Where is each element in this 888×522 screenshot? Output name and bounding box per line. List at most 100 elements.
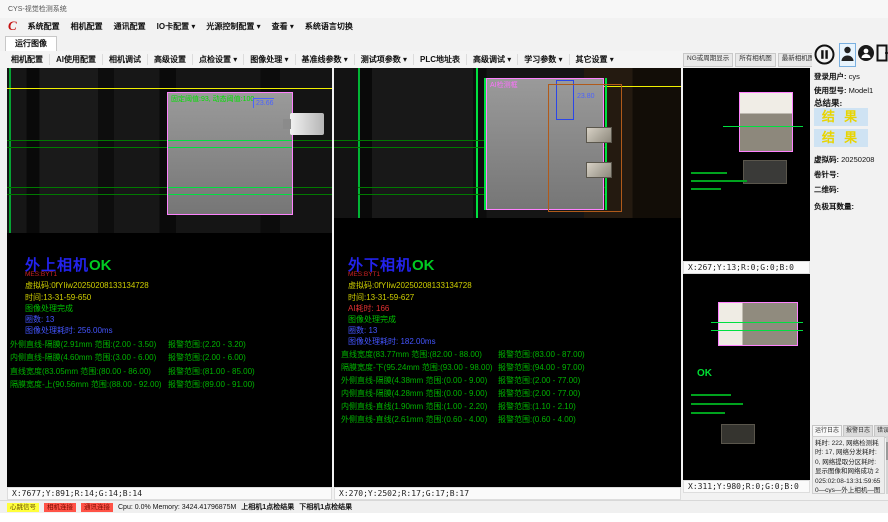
menu-language-switch[interactable]: 系统语言切换 [305, 21, 353, 32]
camera-thumbnail [739, 92, 793, 152]
menu-camera-config[interactable]: 相机配置 [71, 21, 103, 32]
tool-other-settings[interactable]: 其它设置 ▾ [569, 54, 620, 65]
mes-text: MES:BYT1 [25, 271, 57, 278]
measure-tag: 23.66 [253, 98, 274, 108]
user-dark-icon [858, 45, 874, 61]
tab-all-camera-images[interactable]: 所有相机图 [735, 53, 776, 67]
lower-camera-check-link[interactable]: 下相机1点检结果 [299, 502, 352, 512]
cpu-memory-readout: Cpu: 0.0% Memory: 3424.41796875M [118, 504, 236, 511]
pause-button[interactable] [814, 44, 835, 70]
user-mode-button[interactable] [839, 43, 856, 67]
process-done-line: 图像处理完成 [348, 314, 396, 325]
left-camera-image: 固定阈值:93, 动态阈值:100 23.66 [7, 68, 332, 233]
result-ok-text: OK [412, 257, 435, 274]
measurement-row: 外侧直线-隔膜(4.38mm 范围:(0.00 - 9.00) [341, 375, 487, 386]
film-roi-box: 固定阈值:93, 动态阈值:100 [167, 92, 293, 215]
roi-edge-line [484, 78, 486, 210]
measurement-row: 隔膜宽度-上(90.56mm 范围:(88.00 - 92.00) [10, 379, 162, 390]
overlay-text-line [691, 394, 731, 396]
tool-plc-address[interactable]: PLC地址表 [413, 54, 466, 65]
measure-line-bright [168, 187, 292, 188]
alarm-range: 报警范围:(2.00 - 77.00) [498, 375, 580, 386]
result-ok-text: OK [697, 368, 712, 379]
tool-image-processing[interactable]: 图像处理 ▾ [243, 54, 294, 65]
admin-mode-button[interactable] [858, 45, 874, 61]
model-row: 使用型号: Model1 [814, 85, 873, 96]
logout-door-icon [876, 44, 888, 62]
center-camera-panel[interactable]: AI检测框 23.80 外下相机OK MES:BYT1 虚拟码:0fYIiw20… [334, 68, 681, 487]
alarm-range: 报警范围:(2.00 - 77.00) [498, 388, 580, 399]
tool-spot-check[interactable]: 点检设置 ▾ [192, 54, 243, 65]
measure-line-bright [168, 147, 292, 148]
virtual-code-label: 虚拟码: [814, 155, 839, 164]
tab-count-label: 负极耳数量: [814, 202, 854, 211]
qrcode-label: 二维码: [814, 185, 839, 194]
measurement-row: 外侧直线-隔膜(2.91mm 范围:(2.00 - 3.50) [10, 339, 156, 350]
tool-ai-config[interactable]: AI使用配置 [49, 54, 102, 65]
menu-io-config[interactable]: IO卡配置 ▾ [157, 21, 196, 32]
left-camera-panel[interactable]: 固定阈值:93, 动态阈值:100 23.66 外上相机OK MES:BYT1 … [7, 68, 332, 487]
tab-count-row: 负极耳数量: [814, 201, 854, 212]
measurement-row: 直线宽度(83.05mm 范围:(80.00 - 86.00) [10, 366, 151, 377]
tool-camera-debug[interactable]: 相机调试 [102, 54, 147, 65]
tool-learning-params[interactable]: 学习参数 ▾ [517, 54, 568, 65]
measure-line-bright [168, 194, 292, 195]
log-text[interactable]: 耗时: 222, 网络检测耗时: 17, 网络分发耗时: 0, 网络提取分区耗时… [812, 436, 885, 494]
tool-camera-config[interactable]: 相机配置 [5, 54, 49, 65]
alarm-range: 报警范围:(81.00 - 85.00) [168, 366, 255, 377]
qrcode-row: 二维码: [814, 184, 839, 195]
menu-system-config[interactable]: 系统配置 [28, 21, 60, 32]
alarm-range: 报警范围:(1.10 - 2.10) [498, 401, 576, 412]
tool-test-params[interactable]: 测试项参数 ▾ [354, 54, 413, 65]
loop-count-line: 圈数: 13 [348, 325, 377, 336]
main-tabbar: 运行图像 [0, 34, 888, 52]
measure-vline [476, 68, 478, 218]
alarm-range: 报警范围:(2.00 - 6.00) [168, 352, 246, 363]
menu-light-config[interactable]: 光源控制配置 ▾ [206, 21, 260, 32]
time-line: 时间:13-31-59-627 [348, 292, 414, 303]
alarm-range: 报警范围:(94.00 - 97.00) [498, 362, 585, 373]
alarm-range: 报警范围:(2.20 - 3.20) [168, 339, 246, 350]
login-user-value: cys [849, 72, 860, 81]
bottom-strip [0, 513, 888, 522]
menu-view[interactable]: 查看 ▾ [272, 21, 294, 32]
camera-thumbnail [718, 302, 798, 346]
overlay-text-line [691, 403, 743, 405]
tool-advanced-settings[interactable]: 高级设置 [147, 54, 192, 65]
measurement-row: 直线宽度(83.77mm 范围:(82.00 - 88.00) [341, 349, 482, 360]
tool-advanced-debug[interactable]: 高级调试 ▾ [466, 54, 517, 65]
alarm-range: 报警范围:(83.00 - 87.00) [498, 349, 585, 360]
virtual-code-row: 虚拟码: 20250208 [814, 154, 874, 165]
needle-label: 卷针号: [814, 170, 839, 179]
login-user-row: 登录用户: cys [814, 71, 860, 82]
right-bottom-camera-panel[interactable]: OK [683, 274, 810, 480]
upper-camera-check-link[interactable]: 上相机1点检结果 [241, 502, 294, 512]
defect-thumbnail [586, 162, 612, 178]
loop-count-line: 圈数: 13 [25, 314, 54, 325]
virtual-code-line: 虚拟码:0fYIiw20250208133134728 [25, 280, 149, 291]
right-top-camera-panel[interactable] [683, 68, 810, 261]
titlebar: CYS-视觉检测系统 [0, 0, 888, 18]
threshold-overlay-text: 固定阈值:93, 动态阈值:100 [171, 94, 254, 104]
tab-ng-cycle-display[interactable]: NG或周期显示 [683, 53, 733, 67]
measurement-row: 内侧直线-隔膜(4.60mm 范围:(3.00 - 6.00) [10, 352, 156, 363]
camera-connection-badge: 相机连接 [44, 503, 76, 512]
menu-comm-config[interactable]: 通讯配置 [114, 21, 146, 32]
gripper-part [290, 113, 324, 135]
needle-row: 卷针号: [814, 169, 839, 180]
virtual-code-line: 虚拟码:0fYIiw20250208133134728 [348, 280, 472, 291]
tab-run-image[interactable]: 运行图像 [5, 36, 57, 51]
time-line: 时间:13-31-59-650 [25, 292, 91, 303]
tool-baseline-params[interactable]: 基准线参数 ▾ [295, 54, 354, 65]
defect-thumbnail [586, 127, 612, 143]
logout-button[interactable] [876, 44, 888, 67]
measure-line [723, 126, 803, 127]
menubar: C 系统配置 相机配置 通讯配置 IO卡配置 ▾ 光源控制配置 ▾ 查看 ▾ 系… [0, 18, 888, 34]
edge-green-line [9, 68, 11, 233]
comm-connection-badge: 通讯连接 [81, 503, 113, 512]
right-bottom-pixel-readout: X:311;Y:980;R:0;G:0;B:0 [683, 480, 810, 493]
pause-icon [814, 44, 835, 65]
measurement-row: 内侧直线-直线(1.90mm 范围:(1.00 - 2.20) [341, 401, 487, 412]
left-pixel-readout: X:7677;Y:891;R:14;G:14;B:14 [7, 487, 332, 500]
gripper-tip [283, 119, 291, 129]
